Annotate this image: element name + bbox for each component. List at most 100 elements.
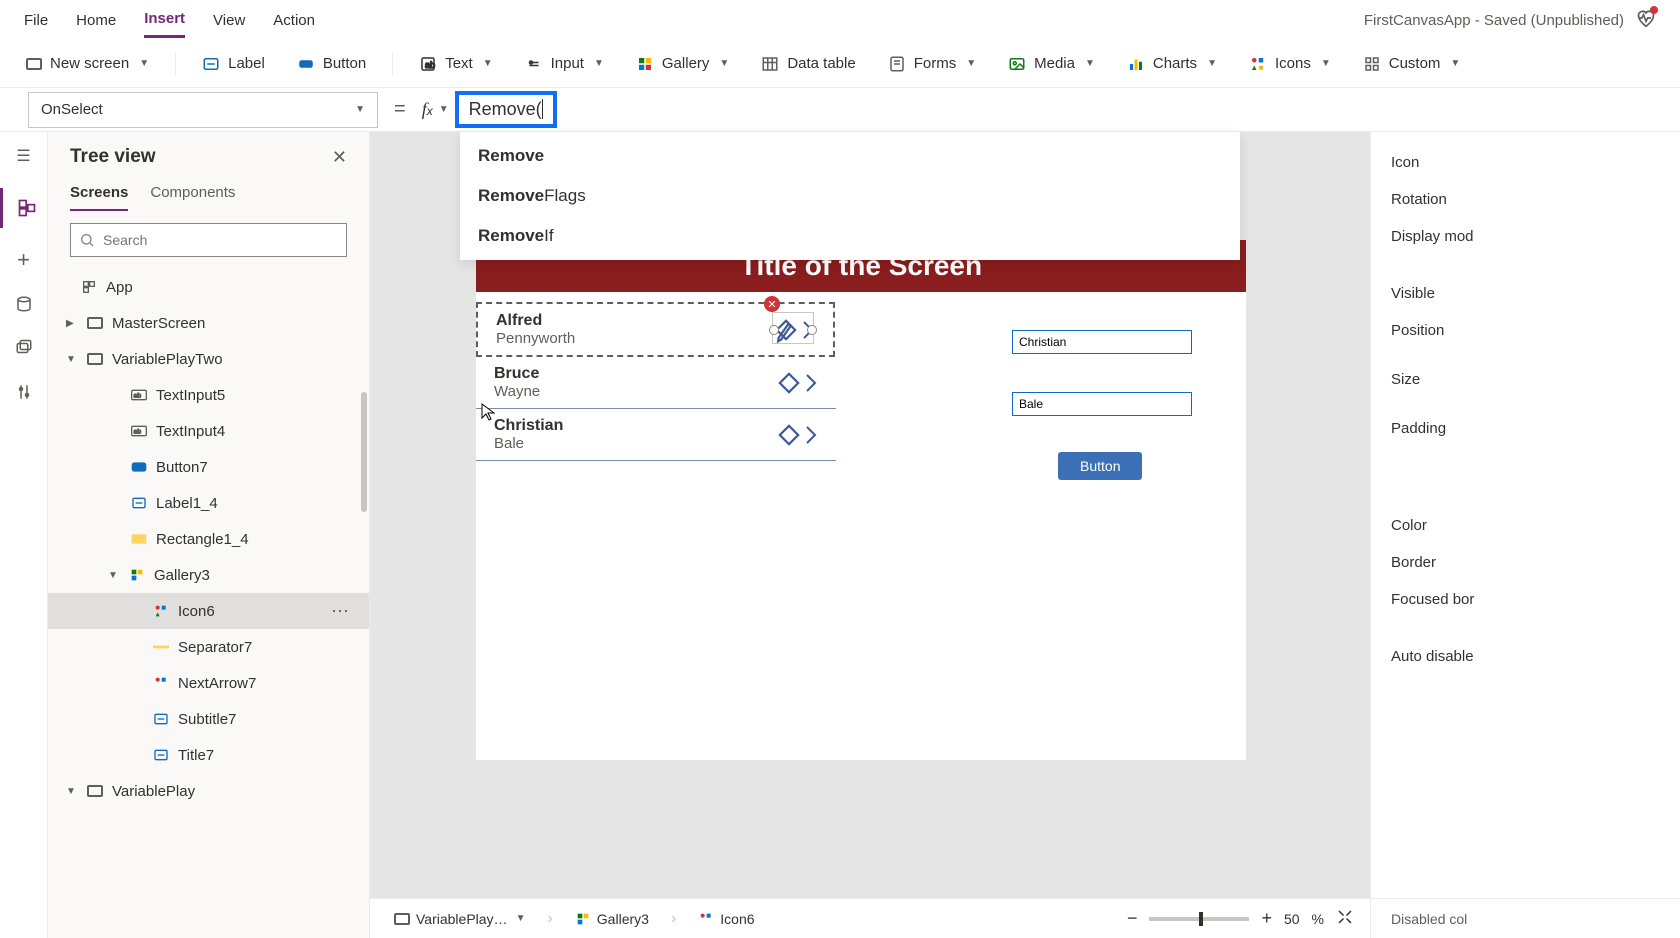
prop-color[interactable]: Color (1391, 507, 1660, 544)
menu-home[interactable]: Home (76, 4, 116, 37)
tree-node-rectangle14[interactable]: Rectangle1_4 (48, 521, 369, 557)
media-button[interactable]: Media ▼ (1002, 51, 1101, 77)
gallery-item[interactable]: Bruce Wayne (476, 357, 836, 409)
search-input[interactable] (70, 223, 347, 257)
autocomplete-item[interactable]: RemoveFlags (460, 176, 1240, 216)
tree-node-title7[interactable]: Title7 (48, 737, 369, 773)
edit-icon[interactable] (776, 370, 802, 396)
add-icon[interactable]: + (12, 248, 36, 272)
chevron-down-icon[interactable]: ▼ (66, 786, 78, 797)
formula-input[interactable]: Remove( (455, 91, 557, 128)
fit-to-screen-icon[interactable] (1336, 908, 1354, 929)
icons-button[interactable]: Icons ▼ (1243, 51, 1337, 77)
tree-node-subtitle7[interactable]: Subtitle7 (48, 701, 369, 737)
chevron-down-icon: ▼ (355, 104, 365, 115)
app-icon (80, 278, 98, 296)
prop-rotation[interactable]: Rotation (1391, 181, 1660, 218)
tree-node-masterscreen[interactable]: ▶ MasterScreen (48, 305, 369, 341)
breadcrumb-icon6[interactable]: Icon6 (690, 907, 762, 931)
data-icon[interactable] (12, 292, 36, 316)
prop-visible[interactable]: Visible (1391, 275, 1660, 312)
zoom-in-button[interactable]: + (1261, 908, 1272, 929)
tools-icon[interactable] (12, 380, 36, 404)
tree-node-label14[interactable]: Label1_4 (48, 485, 369, 521)
scrollbar[interactable] (361, 392, 367, 512)
zoom-out-button[interactable]: − (1127, 908, 1138, 929)
canvas-screen[interactable]: Title of the Screen ✕ Alfred Pennyworth … (476, 240, 1246, 760)
canvas-button[interactable]: Button (1058, 452, 1142, 480)
screen-icon (394, 913, 410, 925)
more-icon[interactable]: ⋯ (331, 601, 351, 622)
chevron-right-icon[interactable] (804, 425, 818, 445)
gallery-item-title: Christian (494, 417, 776, 435)
breadcrumb-screen[interactable]: VariablePlay… ▼ (386, 907, 533, 931)
menu-file[interactable]: File (24, 4, 48, 37)
text-button[interactable]: ab Text ▼ (413, 51, 498, 77)
formula-bar: OnSelect ▼ = fx ▼ Remove( (0, 88, 1680, 132)
gallery-button[interactable]: Gallery ▼ (630, 51, 735, 77)
breadcrumb-gallery[interactable]: Gallery3 (567, 907, 657, 931)
tab-components[interactable]: Components (150, 184, 235, 211)
property-selector[interactable]: OnSelect ▼ (28, 92, 378, 128)
zoom-value: 50 (1284, 911, 1300, 927)
button-icon (297, 55, 315, 73)
tree-node-textinput4[interactable]: ab TextInput4 (48, 413, 369, 449)
input-icon (525, 55, 543, 73)
tree-node-variableplaytwo[interactable]: ▼ VariablePlayTwo (48, 341, 369, 377)
gallery-item[interactable]: Christian Bale (476, 409, 836, 461)
prop-focused-border[interactable]: Focused bor (1391, 581, 1660, 618)
media-rail-icon[interactable] (12, 336, 36, 360)
chevron-down-icon[interactable]: ▼ (66, 354, 78, 365)
prop-position[interactable]: Position (1391, 312, 1660, 349)
prop-auto-disable[interactable]: Auto disable (1391, 638, 1660, 675)
edit-icon[interactable] (776, 422, 802, 448)
tab-screens[interactable]: Screens (70, 184, 128, 211)
tree-node-gallery3[interactable]: ▼ Gallery3 (48, 557, 369, 593)
chevron-right-icon[interactable]: ▶ (66, 318, 78, 329)
button-button[interactable]: Button (291, 51, 372, 77)
chevron-down-icon[interactable]: ▼ (439, 104, 449, 115)
data-table-button[interactable]: Data table (755, 51, 861, 77)
input-button[interactable]: Input ▼ (519, 51, 610, 77)
label-label: Label (228, 55, 265, 72)
tree-node-app[interactable]: App (48, 269, 369, 305)
data-table-label: Data table (787, 55, 855, 72)
chevron-down-icon: ▼ (1207, 58, 1217, 69)
custom-button[interactable]: Custom ▼ (1357, 51, 1467, 77)
menu-action[interactable]: Action (273, 4, 315, 37)
text-label: Text (445, 55, 473, 72)
chevron-down-icon[interactable]: ▼ (108, 570, 120, 581)
tree-node-button7[interactable]: Button7 (48, 449, 369, 485)
zoom-slider[interactable] (1149, 917, 1249, 921)
tree-node-separator7[interactable]: Separator7 (48, 629, 369, 665)
prop-icon[interactable]: Icon (1391, 144, 1660, 181)
prop-display-mode[interactable]: Display mod (1391, 218, 1660, 255)
prop-padding[interactable]: Padding (1391, 410, 1660, 447)
new-screen-button[interactable]: New screen ▼ (20, 51, 155, 76)
menu-view[interactable]: View (213, 4, 245, 37)
tree-node-icon6[interactable]: Icon6 ⋯ (48, 593, 369, 629)
label-button[interactable]: Label (196, 51, 271, 77)
textinput-lastname[interactable] (1012, 392, 1192, 416)
tree-node-nextarrow7[interactable]: NextArrow7 (48, 665, 369, 701)
charts-button[interactable]: Charts ▼ (1121, 51, 1223, 77)
autocomplete-item[interactable]: RemoveIf (460, 216, 1240, 256)
tree-node-textinput5[interactable]: ab TextInput5 (48, 377, 369, 413)
label-icon (152, 746, 170, 764)
autocomplete-item[interactable]: Remove (460, 136, 1240, 176)
menu-insert[interactable]: Insert (144, 2, 185, 38)
tree-node-variableplay[interactable]: ▼ VariablePlay (48, 773, 369, 809)
prop-size[interactable]: Size (1391, 361, 1660, 398)
selection-handles[interactable] (772, 312, 814, 344)
tree-view-icon[interactable] (0, 188, 48, 228)
gallery-item[interactable]: ✕ Alfred Pennyworth (476, 302, 835, 357)
hamburger-icon[interactable]: ☰ (12, 144, 36, 168)
forms-button[interactable]: Forms ▼ (882, 51, 982, 77)
icons-icon (152, 602, 170, 620)
error-badge-icon[interactable]: ✕ (764, 296, 780, 312)
close-icon[interactable]: ✕ (332, 147, 347, 168)
prop-border[interactable]: Border (1391, 544, 1660, 581)
chevron-right-icon[interactable] (804, 373, 818, 393)
health-icon[interactable] (1636, 8, 1656, 32)
textinput-firstname[interactable] (1012, 330, 1192, 354)
